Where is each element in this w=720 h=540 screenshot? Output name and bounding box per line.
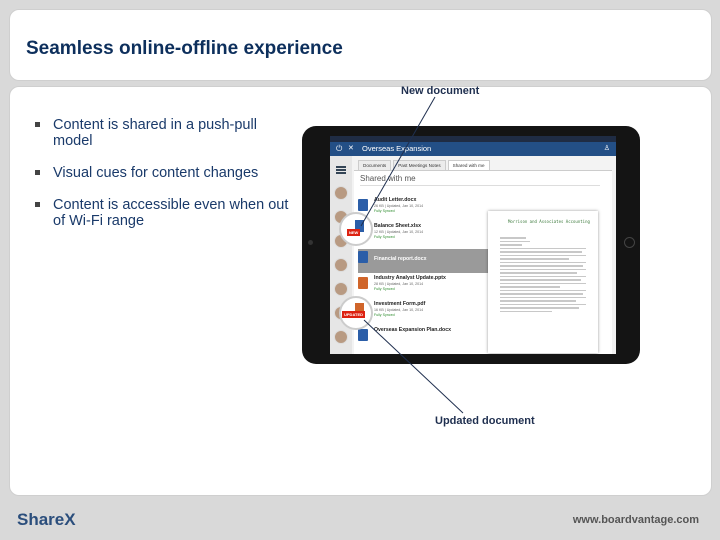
brand-logo: ShareX bbox=[17, 510, 76, 529]
callout-line-new bbox=[360, 96, 436, 227]
footer-url[interactable]: www.boardvantage.com bbox=[573, 514, 699, 526]
callout-line-updated bbox=[363, 319, 464, 414]
callout-lines bbox=[360, 96, 464, 414]
